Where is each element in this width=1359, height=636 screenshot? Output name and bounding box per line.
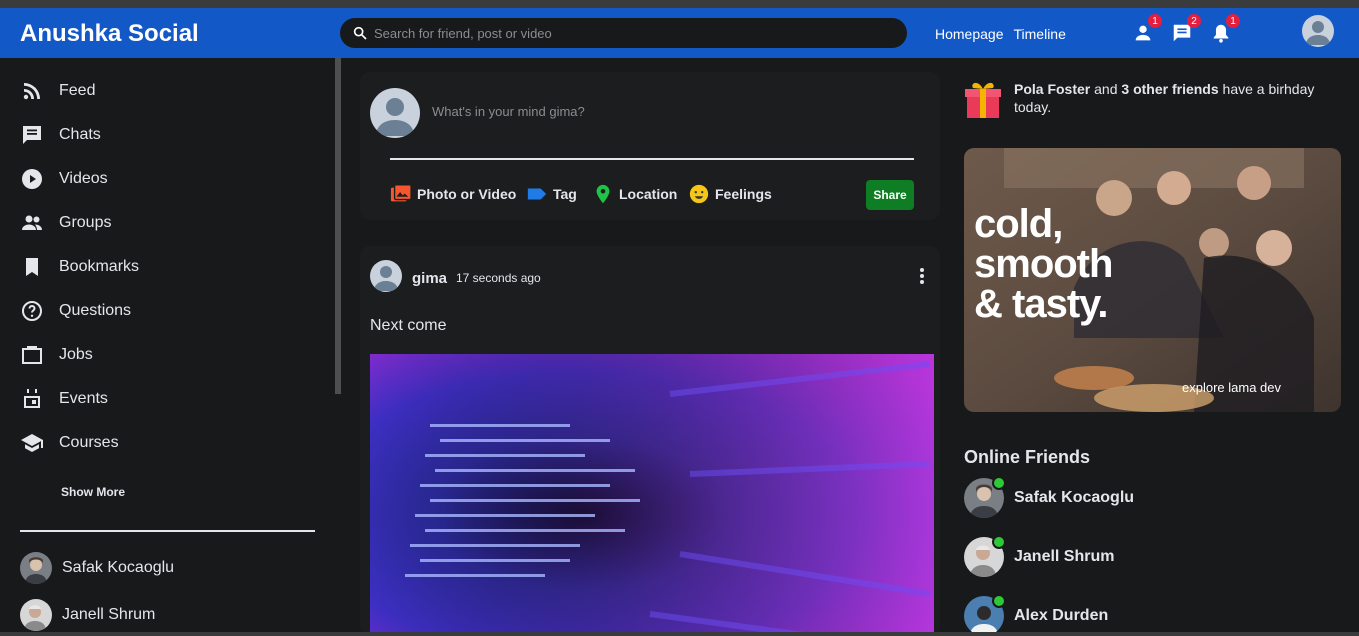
online-indicator bbox=[992, 476, 1006, 490]
friend-requests-button[interactable]: 1 bbox=[1132, 14, 1162, 44]
sidebar-item-label: Events bbox=[59, 390, 108, 407]
friend-name: Janell Shrum bbox=[62, 606, 156, 623]
online-indicator bbox=[992, 535, 1006, 549]
search-bar[interactable] bbox=[340, 18, 907, 48]
online-friend[interactable]: Safak Kocaoglu bbox=[964, 476, 1135, 518]
online-indicator bbox=[992, 594, 1006, 608]
play-circle-icon bbox=[22, 169, 42, 189]
sidebar-item-label: Groups bbox=[59, 214, 112, 231]
app-logo[interactable]: Anushka Social bbox=[20, 20, 199, 48]
briefcase-icon bbox=[22, 346, 42, 364]
sidebar-item-label: Chats bbox=[59, 126, 101, 143]
sidebar-friend[interactable]: Safak Kocaoglu bbox=[20, 552, 174, 584]
post-card: gima 17 seconds ago Next come bbox=[360, 246, 940, 636]
photo-library-icon bbox=[390, 184, 412, 202]
sidebar-item-videos[interactable]: Videos bbox=[20, 167, 108, 191]
advertisement-image[interactable]: cold, smooth & tasty. explore lama dev bbox=[964, 148, 1341, 412]
more-vert-icon[interactable] bbox=[916, 266, 928, 286]
post-username[interactable]: gima bbox=[412, 270, 447, 287]
sidebar-scrollbar[interactable] bbox=[335, 58, 341, 394]
sidebar-item-label: Questions bbox=[59, 302, 132, 319]
calendar-icon bbox=[24, 389, 40, 408]
sidebar-item-label: Bookmarks bbox=[59, 258, 140, 275]
share-box: Photo or Video Tag Location Feelings Sha… bbox=[360, 72, 940, 220]
sidebar-item-feed[interactable]: Feed bbox=[20, 79, 95, 103]
gift-icon bbox=[964, 78, 1002, 120]
chat-icon bbox=[23, 126, 41, 144]
homepage-link[interactable]: Homepage bbox=[935, 26, 1004, 42]
birthday-others[interactable]: 3 other friends bbox=[1121, 81, 1218, 97]
online-friends-title: Online Friends bbox=[964, 447, 1091, 467]
friend-name: Janell Shrum bbox=[1014, 548, 1115, 565]
sidebar-item-label: Videos bbox=[59, 170, 108, 187]
sidebar-item-chats[interactable]: Chats bbox=[20, 123, 101, 147]
group-icon bbox=[22, 215, 42, 230]
sidebar-divider bbox=[20, 530, 315, 532]
location-pin-icon bbox=[596, 184, 610, 204]
sidebar-item-groups[interactable]: Groups bbox=[20, 211, 111, 235]
sidebar-item-label: Jobs bbox=[59, 346, 93, 363]
search-input[interactable] bbox=[374, 25, 894, 41]
online-friend[interactable]: Alex Durden bbox=[964, 594, 1109, 636]
sidebar-item-label: Feed bbox=[59, 82, 96, 99]
profile-avatar[interactable] bbox=[1302, 15, 1334, 47]
ad-footer: explore lama dev bbox=[1182, 380, 1281, 395]
birthday-text: Pola Foster and 3 other friends have a b… bbox=[1014, 81, 1315, 115]
sidebar-friend[interactable]: Janell Shrum bbox=[20, 599, 155, 631]
friend-name: Safak Kocaoglu bbox=[1014, 489, 1135, 506]
sidebar-item-bookmarks[interactable]: Bookmarks bbox=[20, 255, 139, 279]
sidebar-item-label: Courses bbox=[59, 434, 119, 451]
share-divider bbox=[390, 158, 914, 160]
timeline-link[interactable]: Timeline bbox=[1014, 26, 1066, 42]
bookmark-icon bbox=[26, 258, 38, 276]
avatar bbox=[20, 552, 52, 584]
rss-icon bbox=[23, 83, 40, 100]
show-more-button[interactable]: Show More bbox=[61, 485, 125, 499]
share-button[interactable]: Share bbox=[866, 180, 914, 210]
notifications-badge: 1 bbox=[1226, 14, 1240, 28]
emoji-icon bbox=[689, 184, 709, 204]
sidebar-item-courses[interactable]: Courses bbox=[20, 431, 119, 455]
post-timestamp: 17 seconds ago bbox=[456, 271, 541, 285]
friend-name: Safak Kocaoglu bbox=[62, 559, 175, 576]
share-input[interactable] bbox=[432, 104, 912, 119]
feelings-option[interactable]: Feelings bbox=[688, 183, 772, 205]
window-bottom-strip bbox=[0, 632, 1359, 636]
online-friend[interactable]: Janell Shrum bbox=[964, 535, 1115, 577]
help-circle-icon bbox=[22, 301, 42, 321]
sidebar-item-jobs[interactable]: Jobs bbox=[20, 343, 93, 367]
birthday-name[interactable]: Pola Foster bbox=[1014, 81, 1090, 97]
friend-name: Alex Durden bbox=[1014, 607, 1109, 624]
avatar bbox=[370, 88, 420, 138]
search-icon bbox=[353, 26, 367, 40]
friend-requests-badge: 1 bbox=[1148, 14, 1162, 28]
avatar bbox=[20, 599, 52, 631]
label-icon bbox=[527, 188, 547, 200]
top-bar: Anushka Social Homepage Timeline 1 2 1 bbox=[0, 8, 1359, 58]
messages-button[interactable]: 2 bbox=[1171, 14, 1201, 44]
school-icon bbox=[21, 434, 43, 452]
avatar[interactable] bbox=[370, 260, 402, 292]
tag-option[interactable]: Tag bbox=[526, 183, 577, 205]
sidebar-item-events[interactable]: Events bbox=[20, 387, 108, 411]
messages-badge: 2 bbox=[1187, 14, 1201, 28]
photo-video-option[interactable]: Photo or Video bbox=[390, 183, 516, 205]
post-image[interactable] bbox=[370, 354, 934, 636]
post-text: Next come bbox=[370, 317, 447, 334]
location-option[interactable]: Location bbox=[592, 183, 677, 205]
sidebar-item-questions[interactable]: Questions bbox=[20, 299, 131, 323]
window-top-strip bbox=[0, 0, 1359, 8]
top-links: Homepage Timeline bbox=[935, 26, 1066, 42]
ad-headline: cold, smooth & tasty. bbox=[974, 202, 1113, 326]
notifications-button[interactable]: 1 bbox=[1210, 14, 1240, 44]
